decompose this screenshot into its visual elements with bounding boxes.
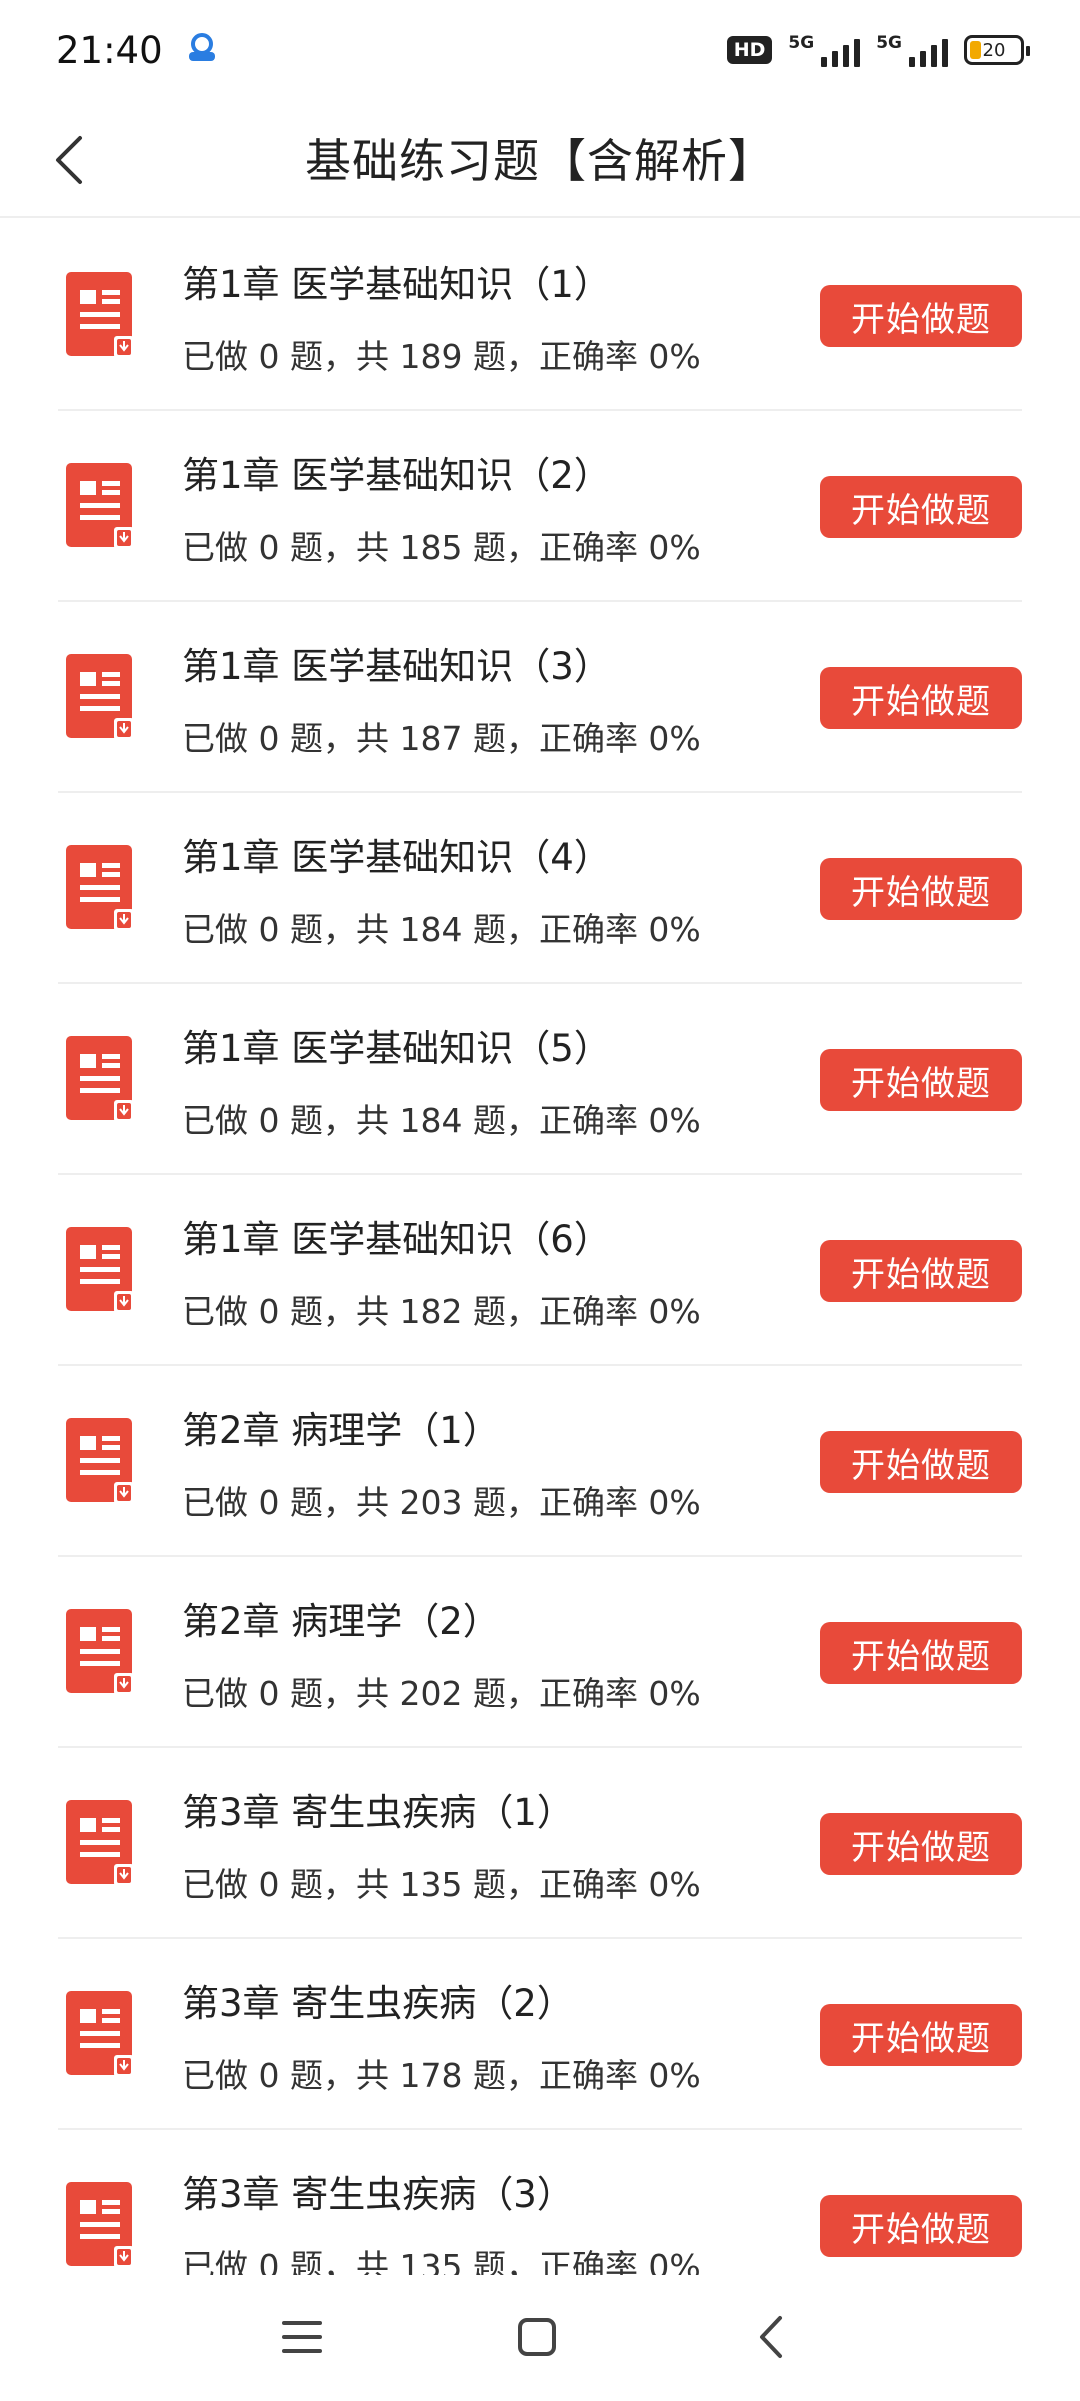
start-practice-button[interactable]: 开始做题 [820,1049,1022,1111]
exercise-stats: 已做 0 题，共 203 题，正确率 0% [182,1483,701,1522]
document-icon [66,1418,134,1504]
signal-strength-icon: 5G [788,33,861,67]
document-icon [66,1036,134,1122]
document-icon [66,1609,134,1695]
list-item: 第1章 医学基础知识（3） 已做 0 题，共 187 题，正确率 0% 开始做题 [58,602,1022,793]
system-navigation-bar [0,2275,1080,2401]
start-practice-button[interactable]: 开始做题 [820,2195,1022,2257]
exercise-stats: 已做 0 题，共 184 题，正确率 0% [182,1101,701,1140]
battery-icon: 20 [964,35,1030,65]
document-icon [66,2182,134,2268]
document-icon [66,272,134,358]
list-item: 第3章 寄生虫疾病（2） 已做 0 题，共 178 题，正确率 0% 开始做题 [58,1939,1022,2130]
start-practice-button[interactable]: 开始做题 [820,1240,1022,1302]
home-square-icon [518,2318,556,2356]
list-item: 第1章 医学基础知识（1） 已做 0 题，共 189 题，正确率 0% 开始做题 [58,220,1022,411]
network-type-label: 5G [788,33,815,53]
exercise-stats: 已做 0 题，共 178 题，正确率 0% [182,2056,701,2095]
exercise-stats: 已做 0 题，共 184 题，正确率 0% [182,910,701,949]
document-icon [66,845,134,931]
exercise-stats: 已做 0 题，共 202 题，正确率 0% [182,1674,701,1713]
exercise-stats: 已做 0 题，共 187 题，正确率 0% [182,719,701,758]
exercise-list[interactable]: 第1章 医学基础知识（1） 已做 0 题，共 189 题，正确率 0% 开始做题… [0,220,1080,2275]
exercise-stats: 已做 0 题，共 189 题，正确率 0% [182,337,701,376]
start-practice-button[interactable]: 开始做题 [820,2004,1022,2066]
app-notification-icon [185,31,219,69]
document-icon [66,1227,134,1313]
exercise-title: 第1章 医学基础知识（3） [182,645,611,688]
document-icon [66,1991,134,2077]
exercise-title: 第1章 医学基础知识（6） [182,1218,611,1261]
menu-icon [282,2321,322,2353]
exercise-title: 第3章 寄生虫疾病（3） [182,2173,574,2216]
hd-voice-badge: HD [726,36,773,64]
status-time: 21:40 [56,28,163,72]
exercise-title: 第3章 寄生虫疾病（2） [182,1982,574,2025]
back-button[interactable] [30,120,110,200]
start-practice-button[interactable]: 开始做题 [820,1431,1022,1493]
page-title: 基础练习题【含解析】 [305,134,775,188]
list-item: 第2章 病理学（1） 已做 0 题，共 203 题，正确率 0% 开始做题 [58,1366,1022,1557]
battery-level: 20 [982,39,1006,61]
list-item: 第3章 寄生虫疾病（3） 已做 0 题，共 135 题，正确率 0% 开始做题 [58,2130,1022,2275]
exercise-title: 第3章 寄生虫疾病（1） [182,1791,574,1834]
exercise-stats: 已做 0 题，共 135 题，正确率 0% [182,2247,701,2275]
start-practice-button[interactable]: 开始做题 [820,1813,1022,1875]
chevron-left-icon [760,2316,782,2358]
start-practice-button[interactable]: 开始做题 [820,285,1022,347]
status-right: HD 5G 5G 20 [726,33,1030,67]
exercise-title: 第1章 医学基础知识（2） [182,454,611,497]
network-type-label: 5G [876,33,902,53]
list-item: 第1章 医学基础知识（4） 已做 0 题，共 184 题，正确率 0% 开始做题 [58,793,1022,984]
exercise-title: 第2章 病理学（2） [182,1600,500,1643]
list-item: 第3章 寄生虫疾病（1） 已做 0 题，共 135 题，正确率 0% 开始做题 [58,1748,1022,1939]
list-item: 第2章 病理学（2） 已做 0 题，共 202 题，正确率 0% 开始做题 [58,1557,1022,1748]
document-icon [66,463,134,549]
exercise-stats: 已做 0 题，共 185 题，正确率 0% [182,528,701,567]
exercise-title: 第1章 医学基础知识（5） [182,1027,611,1070]
status-left: 21:40 [56,29,219,72]
exercise-title: 第1章 医学基础知识（1） [182,263,611,306]
list-item: 第1章 医学基础知识（2） 已做 0 题，共 185 题，正确率 0% 开始做题 [58,411,1022,602]
menu-button[interactable] [262,2297,342,2377]
exercise-title: 第1章 医学基础知识（4） [182,836,611,879]
list-item: 第1章 医学基础知识（5） 已做 0 题，共 184 题，正确率 0% 开始做题 [58,984,1022,1175]
exercise-stats: 已做 0 题，共 135 题，正确率 0% [182,1865,701,1904]
chevron-left-icon [56,136,82,184]
system-back-button[interactable] [732,2297,812,2377]
document-icon [66,654,134,740]
start-practice-button[interactable]: 开始做题 [820,1622,1022,1684]
start-practice-button[interactable]: 开始做题 [820,476,1022,538]
list-item: 第1章 医学基础知识（6） 已做 0 题，共 182 题，正确率 0% 开始做题 [58,1175,1022,1366]
nav-bar: 基础练习题【含解析】 [0,100,1080,218]
start-practice-button[interactable]: 开始做题 [820,858,1022,920]
document-icon [66,1800,134,1886]
exercise-stats: 已做 0 题，共 182 题，正确率 0% [182,1292,701,1331]
status-bar: 21:40 HD 5G 5G 20 [0,0,1080,100]
start-practice-button[interactable]: 开始做题 [820,667,1022,729]
signal-strength-icon: 5G [876,33,948,67]
exercise-title: 第2章 病理学（1） [182,1409,500,1452]
home-button[interactable] [497,2297,577,2377]
